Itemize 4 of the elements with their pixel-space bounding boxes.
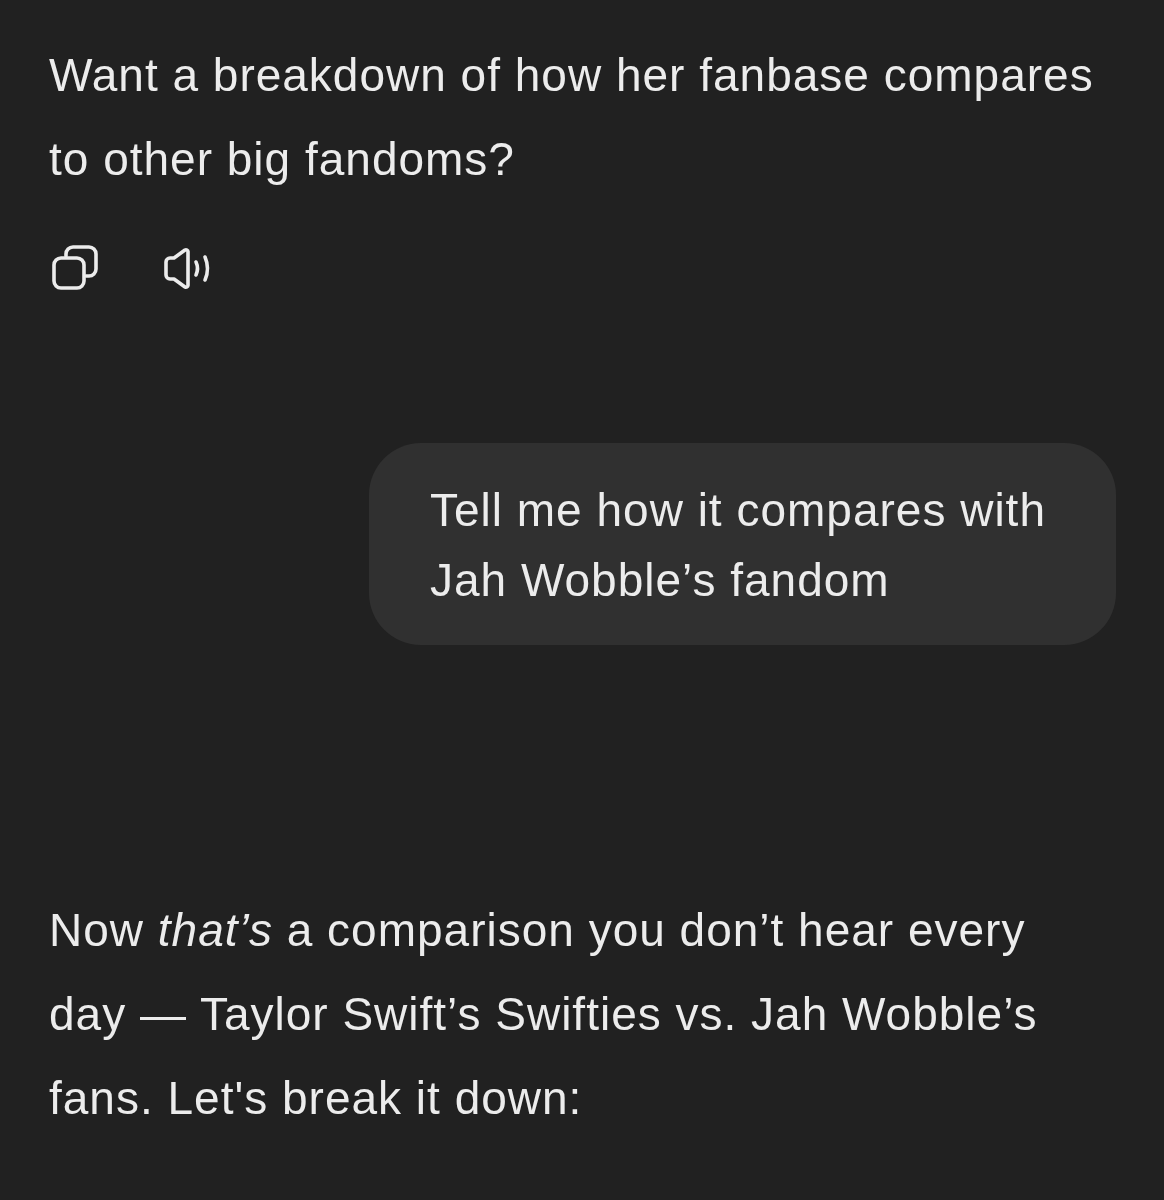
assistant-message-text: Want a breakdown of how her fanbase compares to other big fandoms? [49,48,1095,187]
copy-icon[interactable] [52,245,98,291]
user-message-bubble: Tell me how it compares with Jah Wobble’s fandom [369,443,1116,645]
assistant-message-text: Now that’s a comparison you don’t hear every day — Taylor Swift’s Swifties vs. Jah Wobble’s fans. Let's break it down: [49,903,1039,1126]
